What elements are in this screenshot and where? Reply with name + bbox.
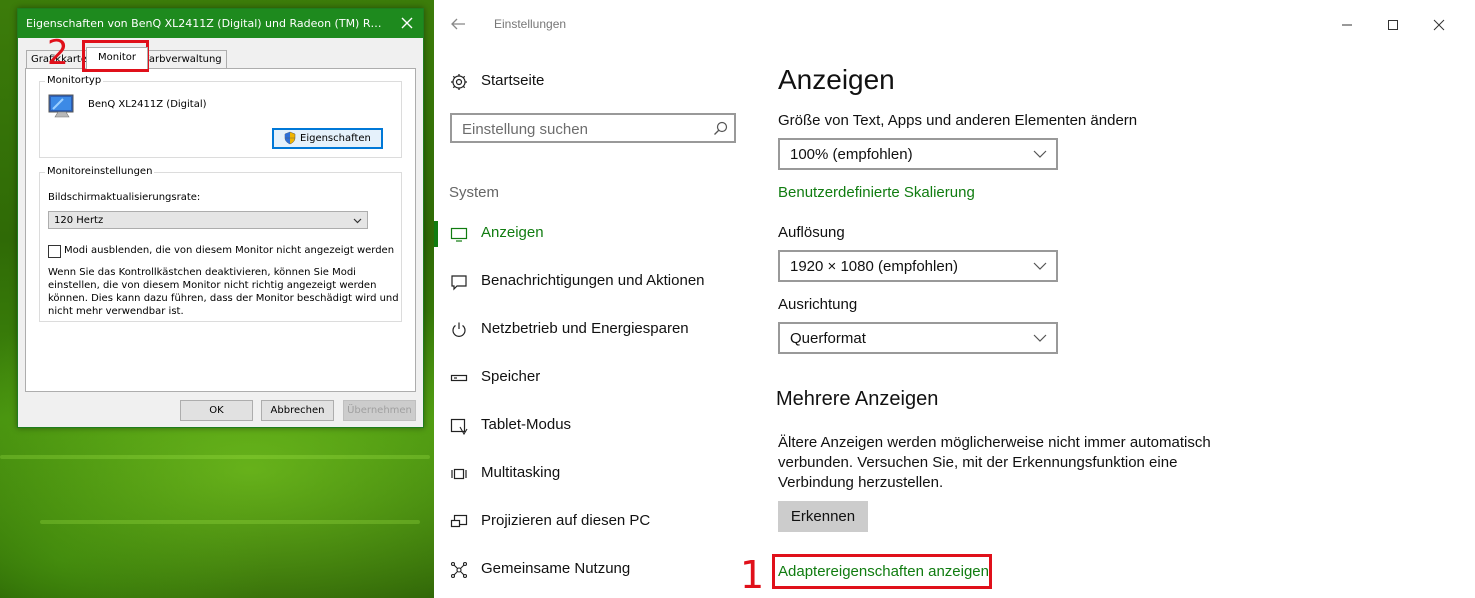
monitor-properties-label: Eigenschaften — [300, 133, 371, 144]
resolution-label: Auflösung — [778, 224, 845, 241]
nav-item-benachrichtigungen[interactable]: Benachrichtigungen und Aktionen — [434, 261, 734, 301]
nav-home[interactable]: Startseite — [434, 61, 734, 101]
nav-item-speicher[interactable]: Speicher — [434, 357, 734, 397]
section-system: System — [449, 184, 500, 201]
multi-display-heading: Mehrere Anzeigen — [776, 388, 939, 410]
dialog-title-bar[interactable]: Eigenschaften von BenQ XL2411Z (Digital)… — [18, 9, 423, 38]
dialog-title: Eigenschaften von BenQ XL2411Z (Digital)… — [26, 17, 386, 30]
back-arrow-icon[interactable] — [450, 17, 466, 31]
chevron-down-icon — [1033, 334, 1047, 342]
monitor-type-legend: Monitortyp — [45, 75, 104, 86]
close-icon[interactable] — [1432, 18, 1446, 32]
warning-line: Wenn Sie das Kontrollkästchen deaktivier… — [48, 267, 356, 278]
display-properties-dialog: Eigenschaften von BenQ XL2411Z (Digital)… — [17, 8, 424, 428]
nav-item-label: Tablet-Modus — [481, 416, 572, 433]
nav-item-label: Gemeinsame Nutzung — [481, 560, 631, 577]
settings-window-title: Einstellungen — [494, 17, 567, 31]
monitor-settings-legend: Monitoreinstellungen — [45, 166, 155, 177]
minimize-icon[interactable] — [1340, 18, 1354, 32]
close-icon[interactable] — [399, 15, 415, 31]
multitasking-icon — [451, 468, 467, 480]
annotation-box-adapter-link — [772, 554, 992, 589]
resolution-value: 1920 × 1080 (empfohlen) — [790, 258, 959, 275]
scale-label: Größe von Text, Apps und anderen Element… — [778, 112, 1138, 129]
search-placeholder: Einstellung suchen — [462, 121, 588, 138]
cancel-button[interactable]: Abbrechen — [261, 400, 334, 421]
notification-icon — [451, 275, 467, 291]
wallpaper-streak — [40, 520, 420, 524]
maximize-icon[interactable] — [1386, 18, 1400, 32]
nav-item-label: Projizieren auf diesen PC — [481, 512, 651, 529]
storage-icon — [450, 374, 468, 382]
page-title: Anzeigen — [778, 64, 895, 95]
nav-item-label: Benachrichtigungen und Aktionen — [481, 272, 705, 289]
warning-line: können. Dies kann dazu führen, dass der … — [48, 293, 399, 304]
monitor-icon — [48, 94, 74, 118]
monitor-name: BenQ XL2411Z (Digital) — [88, 99, 207, 110]
search-icon — [714, 121, 728, 135]
scale-dropdown[interactable]: 100% (empfohlen) — [778, 138, 1058, 170]
nav-item-label: Netzbetrieb und Energiesparen — [481, 320, 689, 337]
power-icon — [452, 322, 466, 337]
ok-button[interactable]: OK — [180, 400, 253, 421]
multi-display-line: Verbindung herzustellen. — [778, 474, 944, 491]
nav-home-label: Startseite — [481, 72, 545, 89]
scale-value: 100% (empfohlen) — [790, 146, 913, 163]
active-indicator — [434, 221, 438, 247]
settings-window: Einstellungen Startseite Einstellung suc… — [434, 0, 1475, 598]
monitor-settings-group: Monitoreinstellungen Bildschirmaktualisi… — [39, 166, 402, 322]
chevron-down-icon — [1033, 150, 1047, 158]
wallpaper-streak — [0, 455, 430, 459]
gear-icon — [451, 74, 467, 90]
hide-modes-label: Modi ausblenden, die von diesem Monitor … — [64, 245, 395, 256]
nav-item-multitasking[interactable]: Multitasking — [434, 453, 734, 493]
nav-item-label: Multitasking — [481, 464, 561, 481]
orientation-value: Querformat — [790, 330, 866, 347]
custom-scaling-link[interactable]: Benutzerdefinierte Skalierung — [778, 184, 975, 201]
nav-item-label: Anzeigen — [481, 224, 544, 241]
tab-monitor[interactable]: Monitor — [86, 47, 148, 69]
refresh-rate-value: 120 Hertz — [54, 215, 104, 226]
nav-item-netzbetrieb[interactable]: Netzbetrieb und Energiesparen — [434, 309, 734, 349]
annotation-number-1: 1 — [740, 553, 765, 597]
warning-line: einstellen, die von diesem Monitor nicht… — [48, 280, 377, 291]
nav-item-label: Speicher — [481, 368, 541, 385]
multi-display-line: verbunden. Versuchen Sie, mit der Erkenn… — [778, 454, 1178, 471]
warning-line: nicht mehr verwendbar ist. — [48, 306, 184, 317]
detect-button[interactable]: Erkennen — [778, 501, 868, 532]
resolution-dropdown[interactable]: 1920 × 1080 (empfohlen) — [778, 250, 1058, 282]
monitor-tab-panel: Monitortyp BenQ XL2411Z (Digital) Eigens… — [25, 68, 416, 392]
orientation-dropdown[interactable]: Querformat — [778, 322, 1058, 354]
uac-shield-icon — [284, 131, 296, 145]
nav-item-anzeigen[interactable]: Anzeigen — [434, 213, 734, 253]
hide-modes-checkbox[interactable] — [48, 245, 61, 258]
project-icon — [450, 514, 468, 528]
settings-title-bar: Einstellungen — [434, 0, 1475, 48]
monitor-icon — [450, 227, 468, 242]
annotation-number-2: 2 — [47, 33, 69, 73]
settings-search-input[interactable]: Einstellung suchen — [450, 113, 736, 143]
multi-display-line: Ältere Anzeigen werden möglicherweise ni… — [778, 434, 1211, 451]
tab-farbverwaltung[interactable]: Farbverwaltung — [139, 50, 227, 68]
orientation-label: Ausrichtung — [778, 296, 858, 313]
monitor-properties-button[interactable]: Eigenschaften — [272, 128, 383, 149]
multi-display-text: Ältere Anzeigen werden möglicherweise ni… — [778, 433, 1238, 493]
warning-text: Wenn Sie das Kontrollkästchen deaktivier… — [48, 266, 399, 318]
monitor-type-group: Monitortyp BenQ XL2411Z (Digital) Eigens… — [39, 75, 402, 158]
nav-item-gemeinsame-nutzung[interactable]: Gemeinsame Nutzung — [434, 549, 734, 589]
nav-item-projizieren[interactable]: Projizieren auf diesen PC — [434, 501, 734, 541]
nav-item-tablet-modus[interactable]: Tablet-Modus — [434, 405, 734, 445]
chevron-down-icon — [353, 218, 362, 224]
refresh-rate-select[interactable]: 120 Hertz — [48, 211, 368, 229]
chevron-down-icon — [1033, 262, 1047, 270]
share-icon — [450, 561, 468, 579]
apply-button[interactable]: Übernehmen — [343, 400, 416, 421]
tablet-icon — [450, 418, 468, 435]
refresh-rate-label: Bildschirmaktualisierungsrate: — [48, 192, 201, 203]
